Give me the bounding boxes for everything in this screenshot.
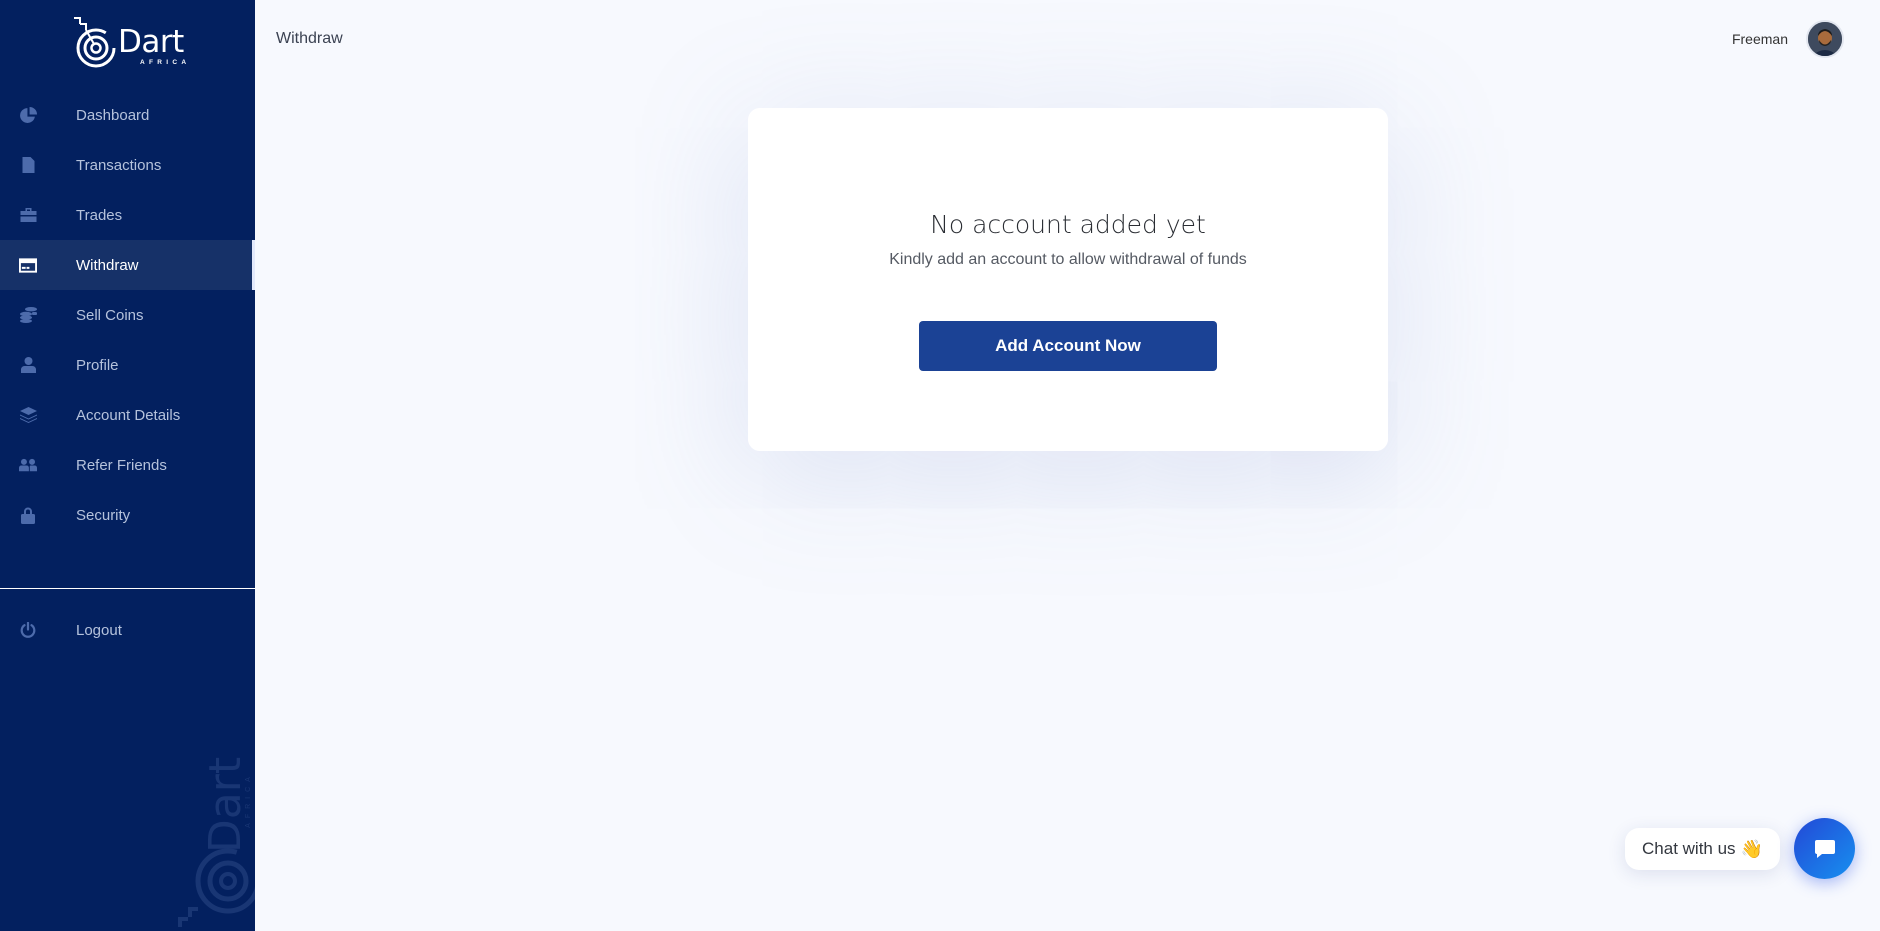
avatar[interactable] xyxy=(1806,20,1844,58)
add-account-button[interactable]: Add Account Now xyxy=(919,321,1217,371)
sidebar-item-label: Profile xyxy=(76,356,119,374)
chat-button[interactable] xyxy=(1794,818,1855,879)
user-name: Freeman xyxy=(1731,31,1788,47)
user-menu[interactable]: Freeman xyxy=(1732,20,1844,58)
sidebar-item-label: Trades xyxy=(76,206,123,224)
sidebar: Dart AFRICA Dashboard Transactions Trade… xyxy=(0,0,255,931)
svg-text:AFRICA: AFRICA xyxy=(245,772,252,828)
user-avatar-icon xyxy=(1808,22,1842,56)
pie-chart-icon xyxy=(19,106,37,124)
sidebar-item-withdraw[interactable]: Withdraw xyxy=(0,240,255,290)
layers-icon xyxy=(19,406,37,424)
brand-tagline: AFRICA xyxy=(140,59,191,66)
sidebar-item-label: Transactions xyxy=(76,156,162,174)
brand-name: Dart xyxy=(118,24,184,60)
sidebar-item-label: Account Details xyxy=(76,406,181,424)
sidebar-item-profile[interactable]: Profile xyxy=(0,340,255,390)
sidebar-item-dashboard[interactable]: Dashboard xyxy=(0,90,255,140)
power-icon xyxy=(19,621,37,639)
sidebar-item-label: Refer Friends xyxy=(76,456,167,474)
sidebar-nav: Dashboard Transactions Trades Withdraw S… xyxy=(0,90,255,540)
chat-label: Chat with us xyxy=(1642,839,1736,858)
sidebar-item-security[interactable]: Security xyxy=(0,490,255,540)
users-icon xyxy=(19,456,37,474)
brand-watermark: Dart AFRICA xyxy=(170,745,255,931)
sidebar-item-label: Withdraw xyxy=(76,256,139,274)
user-tie-icon xyxy=(19,356,37,374)
lock-icon xyxy=(19,506,37,524)
empty-state-card: No account added yet Kindly add an accou… xyxy=(748,108,1388,451)
sidebar-item-refer-friends[interactable]: Refer Friends xyxy=(0,440,255,490)
chat-with-us-label[interactable]: Chat with us 👋 xyxy=(1625,828,1780,870)
coins-icon xyxy=(19,306,37,324)
logout-label: Logout xyxy=(76,621,122,639)
sidebar-item-label: Security xyxy=(76,506,131,524)
sidebar-item-account-details[interactable]: Account Details xyxy=(0,390,255,440)
briefcase-icon xyxy=(19,206,37,224)
sidebar-item-label: Sell Coins xyxy=(76,306,144,324)
brand-logo[interactable]: Dart AFRICA xyxy=(72,14,192,70)
empty-state-title: No account added yet xyxy=(930,210,1206,239)
sidebar-divider xyxy=(0,588,255,589)
sidebar-item-transactions[interactable]: Transactions xyxy=(0,140,255,190)
sidebar-item-trades[interactable]: Trades xyxy=(0,190,255,240)
svg-text:Dart: Dart xyxy=(200,757,251,853)
credit-card-icon xyxy=(19,256,37,274)
waving-hand-icon: 👋 xyxy=(1740,838,1763,859)
page-title: Withdraw xyxy=(276,30,343,47)
empty-state-subtitle: Kindly add an account to allow withdrawa… xyxy=(889,251,1247,268)
logout-button[interactable]: Logout xyxy=(0,605,255,655)
chat-bubble-icon xyxy=(1814,839,1835,858)
sidebar-item-sell-coins[interactable]: Sell Coins xyxy=(0,290,255,340)
sidebar-item-label: Dashboard xyxy=(76,106,150,124)
dart-target-icon xyxy=(74,17,116,68)
file-icon xyxy=(19,156,37,174)
